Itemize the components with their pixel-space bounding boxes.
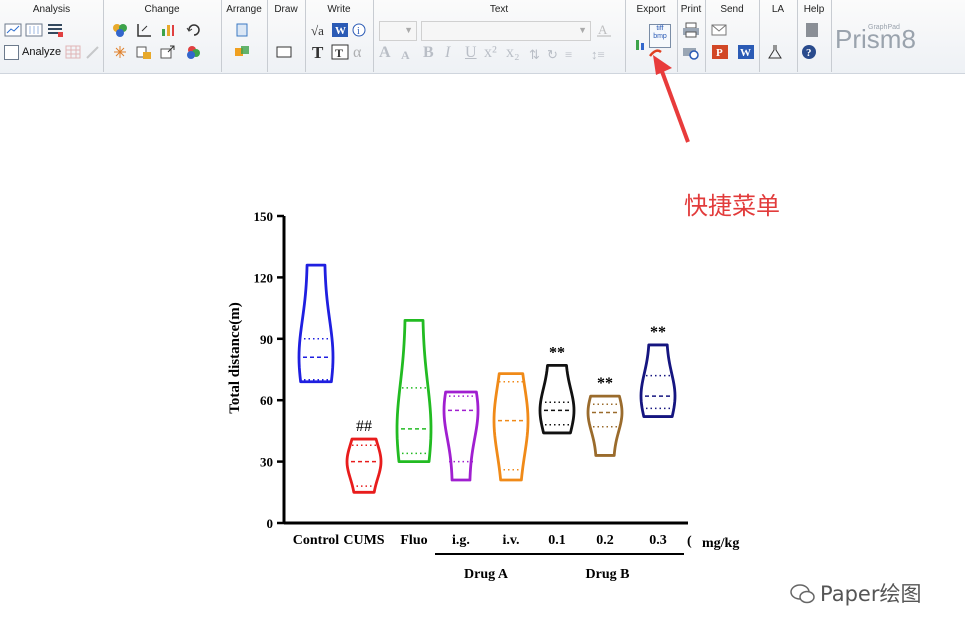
wechat-icon: [790, 583, 815, 604]
y-tick-label: 120: [254, 270, 274, 285]
y-tick-label: 90: [260, 332, 273, 347]
violin-i.v.: [492, 372, 530, 482]
violins: ## ** ** **: [297, 263, 677, 494]
group-label: Drug A: [464, 567, 509, 582]
violin-0.3: [639, 343, 677, 418]
violin-CUMS: [345, 437, 383, 494]
group-labels: Drug A Drug B: [435, 553, 684, 582]
x-axis-labels: Control CUMS Fluo i.g. i.v. 0.1 0.2 0.3: [293, 533, 667, 548]
x-tick-label: 0.3: [649, 533, 667, 548]
y-tick-label: 150: [254, 209, 274, 224]
unit-open-paren: (: [687, 534, 692, 549]
y-axis-label: Total distance(m): [227, 302, 243, 414]
violin-Control: [297, 263, 335, 384]
significance-marker: ##: [356, 418, 372, 435]
violin-i.g.: [442, 390, 480, 482]
significance-marker: **: [650, 324, 666, 341]
significance-marker: **: [597, 375, 613, 392]
x-tick-label: CUMS: [343, 533, 384, 548]
watermark: Paper绘图: [790, 578, 921, 608]
x-tick-label: i.v.: [502, 533, 519, 548]
chart-axes: 0 30 60 90 120 150: [254, 209, 688, 531]
x-tick-label: 0.2: [596, 533, 614, 548]
y-tick-label: 30: [260, 455, 273, 470]
x-tick-label: 0.1: [548, 533, 566, 548]
violin-0.1: [538, 364, 576, 435]
group-label: Drug B: [586, 567, 630, 582]
significance-marker: **: [549, 344, 565, 361]
y-tick-label: 0: [267, 516, 274, 531]
x-tick-label: Fluo: [400, 533, 427, 548]
x-tick-label: i.g.: [452, 533, 470, 548]
x-tick-label: Control: [293, 533, 340, 548]
unit-label: mg/kg: [702, 536, 739, 551]
violin-chart[interactable]: Total distance(m) 0 30 60 90 120 150 ## ** ** **…: [0, 0, 965, 635]
y-tick-label: 60: [260, 393, 273, 408]
violin-Fluo: [395, 318, 433, 463]
watermark-text: Paper绘图: [820, 582, 922, 606]
